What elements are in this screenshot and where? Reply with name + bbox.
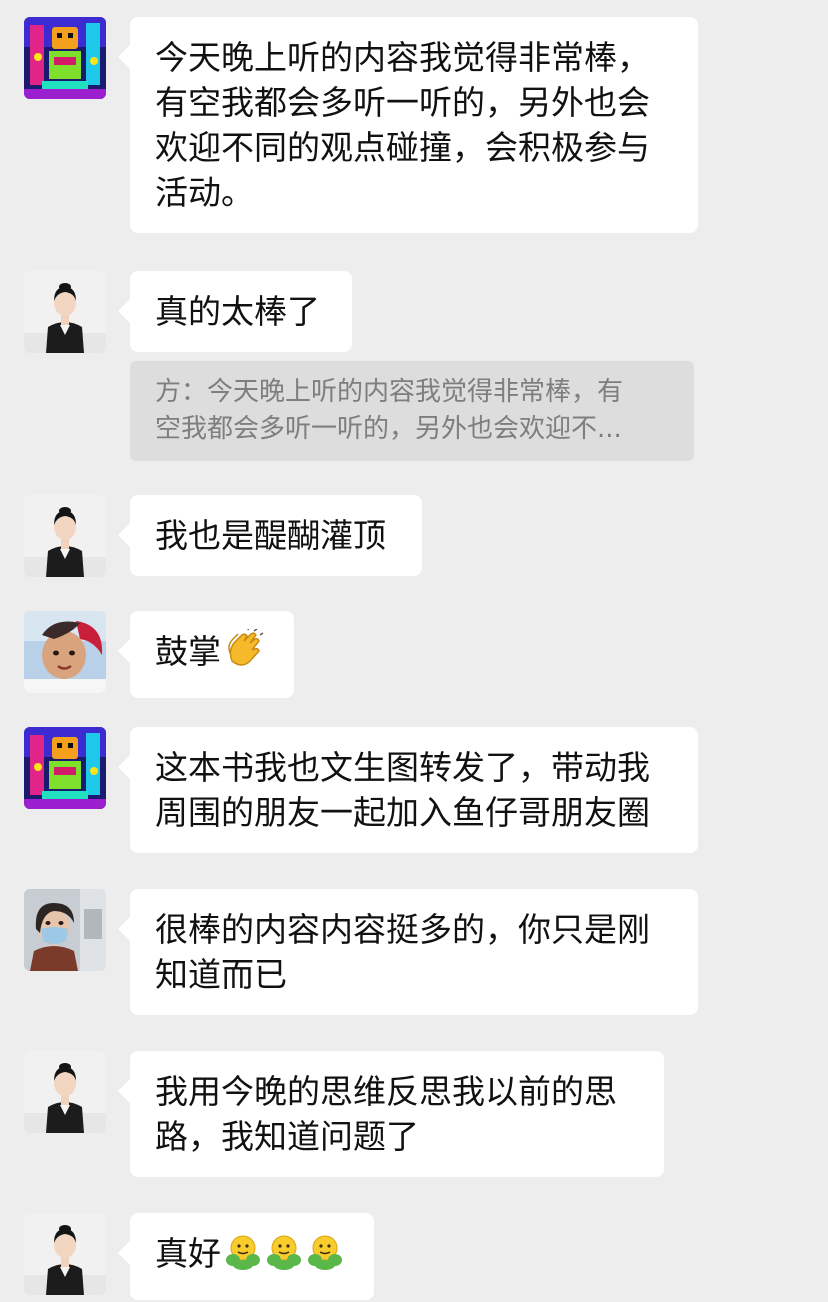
message-bubble[interactable]: 真好 xyxy=(118,1213,374,1300)
quoted-message-text: 方：今天晚上听的内容我觉得非常棒，有 空我都会多听一听的，另外也会欢迎不... xyxy=(155,377,624,444)
message-text: 这本书我也文生图转发了，带动我 周围的朋友一起加入鱼仔哥朋友圈 xyxy=(155,748,650,832)
quoted-message[interactable]: 方：今天晚上听的内容我觉得非常棒，有 空我都会多听一听的，另外也会欢迎不... xyxy=(130,361,694,461)
message-text: 我用今晚的思维反思我以前的思 路，我知道问题了 xyxy=(155,1072,617,1156)
hugging-face-icon xyxy=(224,1233,262,1282)
hugging-face-icon xyxy=(265,1233,303,1282)
avatar-colorful-robot[interactable] xyxy=(24,727,106,809)
message-bubble[interactable]: 真的太棒了 xyxy=(118,271,352,352)
message-text: 今天晚上听的内容我觉得非常棒， 有空我都会多听一听的，另外也会 欢迎不同的观点碰… xyxy=(155,38,650,212)
message-text: 真的太棒了 xyxy=(155,292,320,331)
avatar-child-red-hat[interactable] xyxy=(24,611,106,693)
avatar-colorful-robot[interactable] xyxy=(24,17,106,99)
hugging-face-icon xyxy=(306,1233,344,1282)
clapping-hands-icon xyxy=(224,626,264,680)
message-text-with-emoji: 真好 xyxy=(155,1231,349,1282)
message-bubble[interactable]: 很棒的内容内容挺多的，你只是刚 知道而已 xyxy=(118,889,698,1015)
avatar-woman-portrait[interactable] xyxy=(24,271,106,353)
message-text: 鼓掌 xyxy=(155,632,221,671)
message-bubble[interactable]: 鼓掌 xyxy=(118,611,294,698)
message-text: 真好 xyxy=(155,1234,221,1273)
message-text: 我也是醍醐灌顶 xyxy=(155,516,386,555)
message-text: 很棒的内容内容挺多的，你只是刚 知道而已 xyxy=(155,910,650,994)
message-bubble[interactable]: 这本书我也文生图转发了，带动我 周围的朋友一起加入鱼仔哥朋友圈 xyxy=(118,727,698,853)
avatar-woman-mask[interactable] xyxy=(24,889,106,971)
avatar-woman-portrait[interactable] xyxy=(24,1051,106,1133)
chat-message-list[interactable]: 今天晚上听的内容我觉得非常棒， 有空我都会多听一听的，另外也会 欢迎不同的观点碰… xyxy=(0,0,828,1302)
message-text-with-emoji: 鼓掌 xyxy=(155,626,269,680)
message-bubble[interactable]: 我也是醍醐灌顶 xyxy=(118,495,422,576)
avatar-woman-portrait[interactable] xyxy=(24,1213,106,1295)
avatar-woman-portrait[interactable] xyxy=(24,495,106,577)
message-bubble[interactable]: 今天晚上听的内容我觉得非常棒， 有空我都会多听一听的，另外也会 欢迎不同的观点碰… xyxy=(118,17,698,233)
message-bubble[interactable]: 我用今晚的思维反思我以前的思 路，我知道问题了 xyxy=(118,1051,664,1177)
